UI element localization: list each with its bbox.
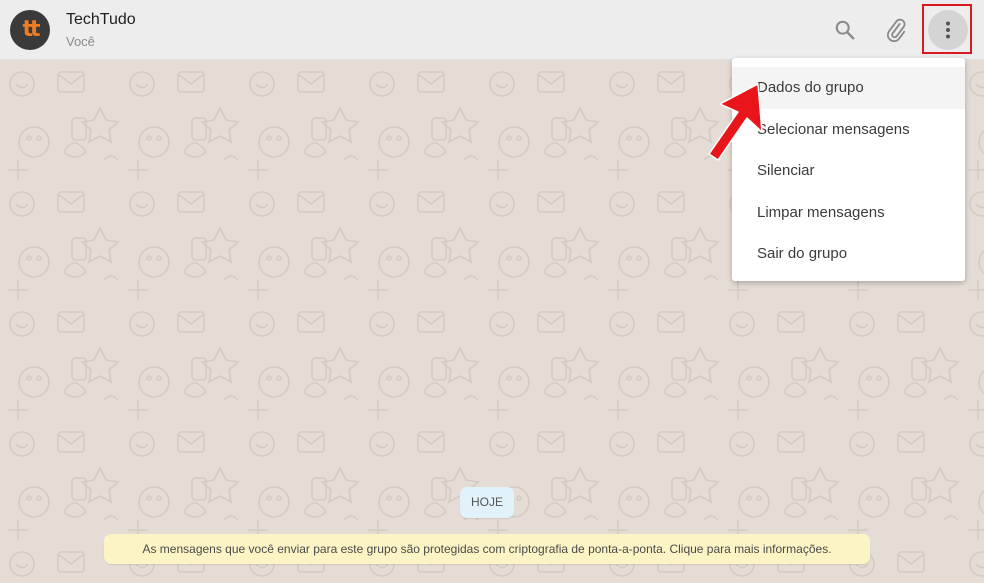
encryption-notice[interactable]: As mensagens que você enviar para este g… [104, 534, 870, 564]
date-chip: HOJE [460, 487, 514, 518]
menu-item-sair-do-grupo[interactable]: Sair do grupo [732, 233, 965, 275]
avatar-text: tt [22, 17, 40, 42]
avatar[interactable]: tt [10, 10, 50, 50]
chat-title[interactable]: TechTudo [66, 11, 136, 29]
annotation-arrow-icon [708, 83, 763, 161]
search-icon [835, 20, 855, 40]
menu-item-limpar-mensagens[interactable]: Limpar mensagens [732, 192, 965, 234]
attach-button[interactable] [876, 10, 916, 50]
chat-header: tt TechTudo Você [0, 0, 984, 60]
highlight-box [922, 4, 972, 54]
chat-subtitle: Você [66, 34, 95, 49]
search-button[interactable] [825, 10, 865, 50]
paperclip-icon [886, 18, 906, 42]
